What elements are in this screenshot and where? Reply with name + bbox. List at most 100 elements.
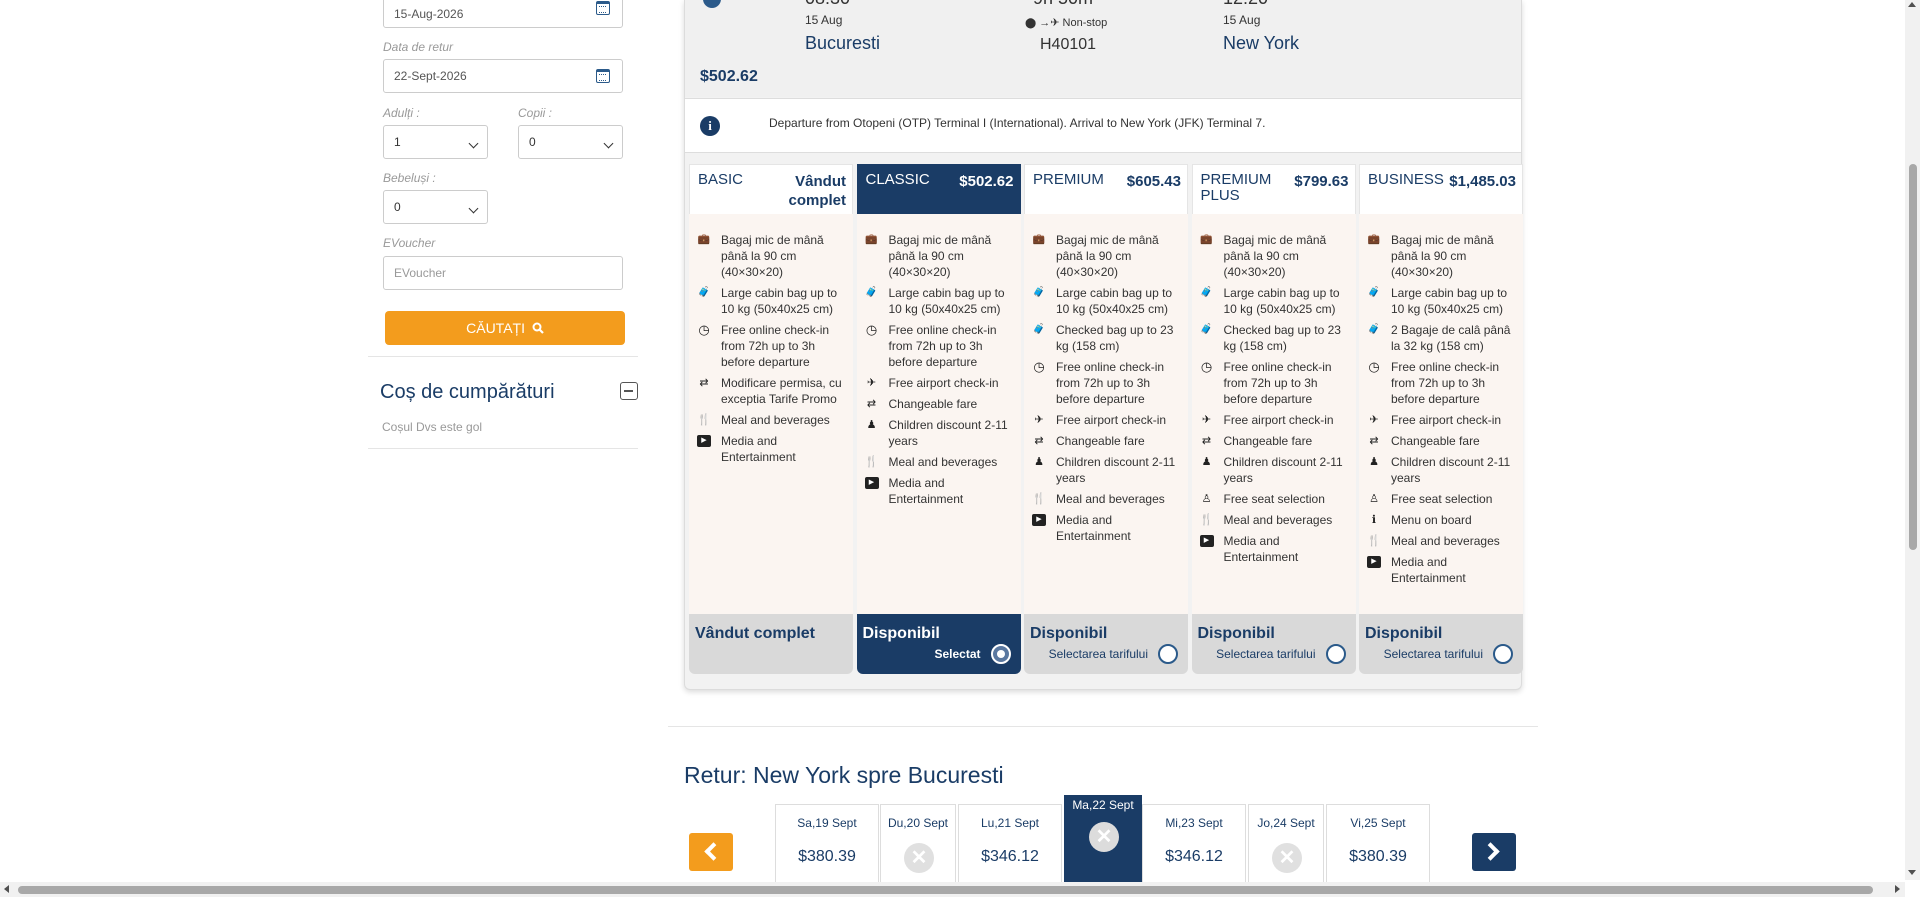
departure-city: Bucuresti: [805, 33, 881, 53]
prev-dates-button[interactable]: [689, 833, 733, 871]
plane-icon: ✈: [1034, 414, 1044, 426]
scroll-down-arrow[interactable]: [1908, 870, 1916, 875]
fare-feature-text: Checked bag up to 23 kg (158 cm): [1223, 323, 1341, 353]
fare-feature-text: Changeable fare: [1056, 434, 1145, 448]
fare-feature: 🧳 Large cabin bag up to 10 kg (50x40x25 c…: [865, 285, 1015, 317]
fare-select-area[interactable]: Disponibil Selectarea tarifului: [1359, 614, 1523, 674]
fare-feature-text: Large cabin bag up to 10 kg (50x40x25 cm…: [721, 286, 838, 316]
suitcase-icon: 🧳: [1367, 287, 1381, 298]
fare-radio[interactable]: [1158, 644, 1178, 664]
scroll-up-arrow[interactable]: [1908, 2, 1916, 7]
fare-feature: 💼 Bagaj mic de mână până la 90 cm (40×30×…: [697, 232, 847, 280]
fare-radio[interactable]: [1493, 644, 1513, 664]
fare-feature-text: Children discount 2-11 years: [1391, 455, 1511, 485]
fare-feature: ✈ Free airport check-in: [1200, 412, 1350, 428]
scroll-right-arrow[interactable]: [1895, 885, 1900, 893]
fare-feature: 🍴 Meal and beverages: [1367, 533, 1517, 549]
fare-status: Disponibil: [1365, 625, 1443, 642]
next-dates-button[interactable]: [1472, 833, 1516, 871]
fare-feature-text: Media and Entertainment: [1056, 513, 1131, 543]
clock-icon: ◷: [1368, 359, 1380, 374]
return-date-field[interactable]: 22-Sept-2026: [383, 59, 623, 93]
fare-feature-text: Media and Entertainment: [1391, 555, 1466, 585]
flight-info-text: Departure from Otopeni (OTP) Terminal I …: [769, 116, 1266, 130]
flight-info-row: i Departure from Otopeni (OTP) Terminal …: [685, 98, 1521, 153]
fare-feature-text: Media and Entertainment: [888, 476, 964, 506]
unavailable-icon: ✕: [904, 843, 934, 873]
fare-features: 💼 Bagaj mic de mână până la 90 cm (40×30×…: [689, 214, 853, 614]
unavailable-icon: ✕: [1089, 822, 1119, 852]
fare-feature: ⇄ Changeable fare: [1367, 433, 1517, 449]
infants-select[interactable]: 0: [383, 190, 488, 224]
scroll-left-arrow[interactable]: [4, 885, 9, 893]
fare-feature-text: Checked bag up to 23 kg (158 cm): [1056, 323, 1174, 353]
fare-feature: ✈ Free airport check-in: [865, 375, 1015, 391]
child-icon: ♟: [1369, 456, 1379, 468]
media-icon: ▶: [697, 435, 711, 447]
fare-feature-text: Free online check-in from 72h up to 3h b…: [1391, 360, 1500, 406]
fare-radio[interactable]: [1325, 644, 1346, 664]
fare-select-area[interactable]: Disponibil Selectarea tarifului: [1024, 614, 1188, 674]
horizontal-scrollbar-thumb[interactable]: [18, 886, 1873, 894]
fare-feature-text: Free online check-in from 72h up to 3h b…: [888, 323, 997, 369]
fare-feature-text: Large cabin bag up to 10 kg (50x40x25 cm…: [1223, 286, 1340, 316]
fare-feature: ♟ Children discount 2-11 years: [1367, 454, 1517, 486]
fare-feature: 🧳 Large cabin bag up to 10 kg (50x40x25 c…: [1367, 285, 1517, 317]
return-date-label: Sa,19 Sept: [797, 816, 857, 830]
collapse-icon[interactable]: [620, 382, 638, 400]
fare-feature: 🍴 Meal and beverages: [1032, 491, 1182, 507]
calendar-icon[interactable]: [596, 69, 610, 83]
child-icon: ♟: [866, 419, 877, 431]
fare-feature-text: Modificare permisa, cu exceptia Tarife P…: [721, 376, 842, 406]
fare-header[interactable]: BASIC Vândut complet: [689, 164, 853, 214]
fare-feature: ◷ Free online check-in from 72h up to 3h …: [865, 322, 1015, 370]
evoucher-input[interactable]: EVoucher: [383, 256, 623, 290]
children-select[interactable]: 0: [518, 125, 623, 159]
arrival-date: 15 Aug: [1223, 13, 1261, 27]
fare-feature-text: Menu on board: [1391, 513, 1472, 527]
fare-header[interactable]: BUSINESS $1,485.03: [1359, 164, 1523, 214]
menu-icon: ℹ: [1371, 514, 1377, 526]
search-button[interactable]: CĂUTAȚI: [385, 311, 625, 345]
briefcase-icon: 💼: [865, 234, 878, 245]
fare-header[interactable]: CLASSIC $502.62: [856, 164, 1021, 214]
fare-feature: ♙ Free seat selection: [1200, 491, 1350, 507]
adults-select[interactable]: 1: [383, 125, 488, 159]
fare-select-label: Selectat: [934, 647, 981, 661]
fare-feature-text: Free online check-in from 72h up to 3h b…: [1223, 360, 1332, 406]
fare-feature-text: Meal and beverages: [1056, 492, 1165, 506]
search-icon: [532, 312, 544, 334]
fare-price: $799.63: [1294, 173, 1349, 190]
suitcase-icon: 🧳: [865, 287, 878, 298]
fare-select-area[interactable]: Disponibil Selectat: [856, 614, 1021, 674]
cart-title: Coș de cumpărături: [380, 381, 555, 403]
suitcase-icon: 🧳: [1367, 324, 1381, 335]
fare-feature-text: Changeable fare: [888, 397, 978, 411]
fare-feature-text: Meal and beverages: [888, 455, 998, 469]
fare-radio[interactable]: [990, 644, 1011, 664]
depart-date-field[interactable]: 15-Aug-2026: [383, 0, 623, 28]
fare-header[interactable]: PREMIUM $605.43: [1024, 164, 1188, 214]
fare-feature: 🧳 2 Bagaje de calâ pânâ la 32 kg (158 cm): [1367, 322, 1517, 354]
fare-select-area[interactable]: Disponibil Selectarea tarifului: [1191, 614, 1356, 674]
fare-header[interactable]: PREMIUM PLUS $799.63: [1191, 164, 1356, 214]
fare-feature: ◷ Free online check-in from 72h up to 3h …: [697, 322, 847, 370]
fare-features: 💼 Bagaj mic de mână până la 90 cm (40×30×…: [1191, 214, 1356, 614]
briefcase-icon: 💼: [697, 234, 711, 245]
infants-value: 0: [394, 200, 401, 214]
fare-feature: ✈ Free airport check-in: [1367, 412, 1517, 428]
fare-feature: 🧳 Checked bag up to 23 kg (158 cm): [1200, 322, 1350, 354]
children-label: Copii :: [518, 106, 553, 120]
media-icon: ▶: [864, 477, 879, 489]
fare-feature-text: 2 Bagaje de calâ pânâ la 32 kg (158 cm): [1391, 323, 1511, 353]
return-date-label: Jo,24 Sept: [1257, 816, 1315, 830]
fare-select-area[interactable]: Vândut complet: [689, 614, 853, 674]
calendar-icon[interactable]: [596, 1, 610, 15]
vertical-scrollbar-thumb[interactable]: [1909, 164, 1917, 550]
fare-feature-text: Media and Entertainment: [721, 434, 796, 464]
chevron-right-icon: [1481, 842, 1500, 861]
child-icon: ♟: [1201, 456, 1212, 468]
suitcase-icon: 🧳: [1032, 324, 1046, 335]
plane-icon: →✈: [1039, 17, 1060, 29]
adults-label: Adulți :: [383, 106, 420, 120]
